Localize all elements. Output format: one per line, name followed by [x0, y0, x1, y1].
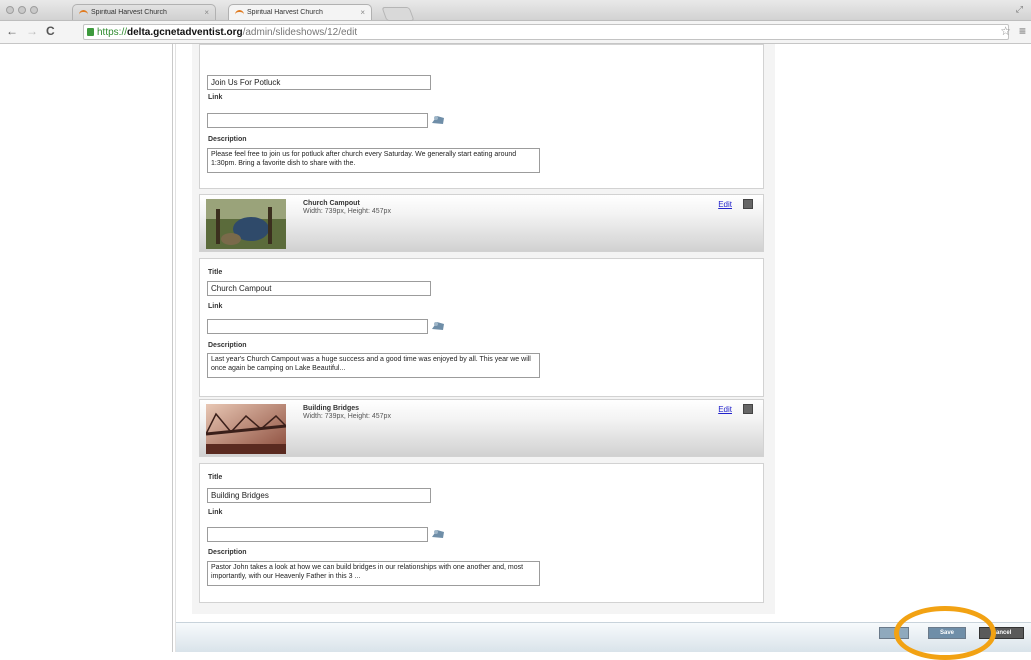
- edit-slide-link[interactable]: Edit: [718, 200, 732, 209]
- link-label: Link: [208, 94, 223, 101]
- bookmark-star-icon[interactable]: ☆: [1000, 24, 1011, 38]
- church-favicon-icon: [235, 9, 244, 16]
- reload-icon[interactable]: C: [46, 24, 55, 38]
- link-picker-icon[interactable]: [431, 528, 445, 539]
- slide-name: Church Campout: [303, 200, 360, 207]
- slide-link-input[interactable]: [207, 113, 428, 128]
- window-controls: [6, 6, 38, 14]
- slide-link-input[interactable]: [207, 319, 428, 334]
- divider: [175, 44, 176, 652]
- new-tab-button[interactable]: [381, 7, 415, 21]
- slide-form-panel: Title Link Description Last year's Churc…: [199, 258, 764, 397]
- slide-thumbnail: [206, 199, 286, 249]
- slide-title-input[interactable]: [207, 488, 431, 503]
- browser-tab-2[interactable]: Spiritual Harvest Church ×: [228, 4, 372, 20]
- slide-thumbnail: [206, 404, 286, 454]
- browser-titlebar: Spiritual Harvest Church × Spiritual Har…: [0, 0, 1031, 21]
- title-label: Title: [208, 474, 223, 481]
- slide-row-building-bridges: Building Bridges Width: 739px, Height: 4…: [199, 399, 764, 457]
- delete-slide-icon[interactable]: [743, 199, 753, 209]
- slide-dimensions: Width: 739px, Height: 457px: [303, 208, 391, 215]
- description-label: Description: [208, 342, 247, 349]
- tab-label: Spiritual Harvest Church: [91, 9, 167, 16]
- slide-title-input[interactable]: [207, 281, 431, 296]
- slide-link-input[interactable]: [207, 527, 428, 542]
- address-bar[interactable]: https:// delta.gcnetadventist.org /admin…: [83, 24, 1009, 40]
- tab-label: Spiritual Harvest Church: [247, 9, 323, 16]
- slide-description-textarea[interactable]: Last year's Church Campout was a huge su…: [207, 353, 540, 378]
- lock-icon: [87, 28, 94, 36]
- slide-form-panel: Title Link Description Pastor John takes…: [199, 463, 764, 603]
- slide-name: Building Bridges: [303, 405, 359, 412]
- zoom-window-button[interactable]: [30, 6, 38, 14]
- tab-close-icon[interactable]: ×: [360, 8, 365, 17]
- edit-slide-link[interactable]: Edit: [718, 405, 732, 414]
- back-arrow-icon[interactable]: ←: [6, 24, 18, 38]
- fullscreen-icon[interactable]: ⤢: [1016, 4, 1023, 15]
- save-button[interactable]: Save: [928, 627, 966, 639]
- close-window-button[interactable]: [6, 6, 14, 14]
- link-label: Link: [208, 303, 223, 310]
- description-label: Description: [208, 549, 247, 556]
- delete-slide-icon[interactable]: [743, 404, 753, 414]
- tab-close-icon[interactable]: ×: [204, 8, 209, 17]
- slide-row-church-campout: Church Campout Width: 739px, Height: 457…: [199, 194, 764, 252]
- slide-description-textarea[interactable]: Pastor John takes a look at how we can b…: [207, 561, 540, 586]
- left-sidebar: [0, 44, 173, 652]
- menu-icon[interactable]: ≡: [1019, 24, 1026, 38]
- forward-arrow-icon[interactable]: →: [26, 24, 38, 38]
- url-path: /admin/slideshows/12/edit: [242, 26, 358, 38]
- browser-tab-1[interactable]: Spiritual Harvest Church ×: [72, 4, 216, 20]
- slide-form-panel: Link Description Please feel free to joi…: [199, 44, 764, 189]
- cancel-button[interactable]: Cancel: [979, 627, 1024, 639]
- link-picker-icon[interactable]: [431, 114, 445, 125]
- link-picker-icon[interactable]: [431, 320, 445, 331]
- secondary-button[interactable]: [879, 627, 909, 639]
- description-label: Description: [208, 136, 247, 143]
- slide-dimensions: Width: 739px, Height: 457px: [303, 413, 391, 420]
- url-host: delta.gcnetadventist.org: [127, 26, 243, 38]
- slide-description-textarea[interactable]: Please feel free to join us for potluck …: [207, 148, 540, 173]
- slide-title-input[interactable]: [207, 75, 431, 90]
- link-label: Link: [208, 509, 223, 516]
- title-label: Title: [208, 269, 223, 276]
- church-favicon-icon: [79, 9, 88, 16]
- minimize-window-button[interactable]: [18, 6, 26, 14]
- browser-toolbar: ← → C https:// delta.gcnetadventist.org …: [0, 21, 1031, 44]
- url-scheme: https://: [97, 26, 128, 38]
